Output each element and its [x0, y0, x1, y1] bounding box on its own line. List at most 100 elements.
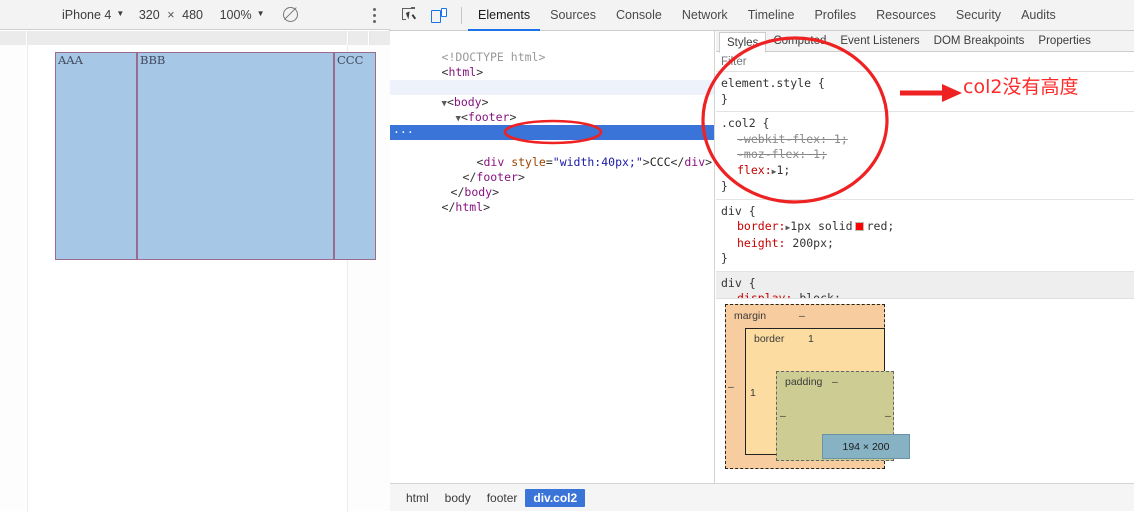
dom-line-footer-open[interactable]: ▼<footer> — [390, 95, 714, 124]
rendered-page-viewport: AAA BBB CCC — [0, 45, 390, 512]
tab-network[interactable]: Network — [672, 0, 738, 31]
padding-label: padding — [785, 376, 823, 388]
device-selector[interactable]: iPhone 4 ▼ — [62, 8, 124, 22]
tab-computed[interactable]: Computed — [766, 31, 833, 51]
brace-close: } — [721, 251, 728, 265]
margin-label: margin — [734, 310, 767, 322]
tab-elements[interactable]: Elements — [468, 0, 540, 31]
column-ccc: CCC — [334, 52, 376, 260]
styles-panel: Styles Computed Event Listeners DOM Brea… — [716, 31, 1134, 483]
dom-line-html-open[interactable]: <html> — [390, 50, 714, 79]
decl-webkit-flex-text: -webkit-flex: 1; — [737, 131, 848, 146]
viewport-ruler — [0, 31, 390, 45]
device-emulation-pane: iPhone 4 ▼ 320 × 480 100% ▼ AAA BBB CCC — [0, 0, 390, 512]
tag-html-close: html — [455, 200, 484, 214]
tab-dom-breakpoints[interactable]: DOM Breakpoints — [927, 31, 1032, 51]
dom-line-html-close[interactable]: </html> — [390, 185, 714, 214]
decl-moz-flex-text: -moz-flex: 1; — [737, 147, 828, 161]
column-aaa: AAA — [55, 52, 137, 260]
tab-audits[interactable]: Audits — [1011, 0, 1066, 31]
box-model-margin[interactable]: margin – – – – border 1 1 1 1 padding – … — [725, 304, 910, 469]
dom-line-footer-close[interactable]: </footer> — [390, 155, 714, 184]
dom-tree-panel[interactable]: <!DOCTYPE html> <html> ▶<head>…</head> ▼… — [390, 31, 715, 483]
dom-line-body-open[interactable]: ▼<body> — [390, 80, 714, 109]
decl-border-value: 1px solid — [790, 219, 853, 233]
device-toolbar: iPhone 4 ▼ 320 × 480 100% ▼ — [0, 0, 390, 30]
selector-element-style: element.style { — [721, 76, 825, 90]
chevron-down-icon: ▼ — [256, 9, 265, 18]
tab-timeline[interactable]: Timeline — [738, 0, 805, 31]
margin-left-value[interactable]: – — [728, 381, 734, 393]
decl-flex[interactable]: flex:▶1; — [721, 163, 1134, 180]
dom-line-div-ccc[interactable]: <div style="width:40px;">CCC</div> — [390, 140, 714, 169]
decl-height-prop: height: — [737, 235, 786, 250]
tab-styles[interactable]: Styles — [719, 31, 767, 53]
styles-tab-bar: Styles Computed Event Listeners DOM Brea… — [716, 31, 1134, 53]
decl-flex-value: 1; — [776, 162, 791, 177]
selector-div-ua: div { — [721, 275, 756, 290]
dimension-separator: × — [167, 7, 175, 22]
dom-line-div-aaa[interactable]: <div style="width:80px;">AAA</div> — [390, 110, 714, 139]
device-toolbar-icon[interactable] — [431, 7, 447, 23]
vertical-dots-icon[interactable] — [373, 8, 376, 23]
page-canvas: AAA BBB CCC — [27, 45, 376, 512]
zoom-level-label: 100% — [219, 7, 252, 22]
viewport-width-input[interactable]: 320 — [138, 8, 160, 22]
selector-col2: .col2 { — [721, 116, 770, 130]
dom-line-head[interactable]: ▶<head>…</head> — [390, 65, 714, 94]
rotate-blocked-icon[interactable] — [282, 7, 298, 22]
brace-close: } — [721, 91, 728, 106]
breadcrumb-item-html[interactable]: html — [398, 489, 437, 507]
padding-right-value[interactable]: – — [885, 410, 891, 422]
decl-border[interactable]: border:▶1px solid red; — [721, 219, 1134, 236]
decl-border-prop: border: — [737, 219, 786, 233]
brace-close: } — [721, 179, 728, 193]
toolbar-divider — [461, 6, 462, 24]
styles-filter-row[interactable] — [716, 52, 1134, 72]
inspect-element-icon[interactable] — [401, 7, 417, 23]
devtools-panel: Elements Sources Console Network Timelin… — [390, 0, 1134, 511]
breadcrumb-item-div-col2[interactable]: div.col2 — [525, 488, 586, 507]
decl-height[interactable]: height: 200px; — [721, 236, 1134, 252]
dom-line-body-close[interactable]: </body> — [390, 170, 714, 199]
box-model-border[interactable]: border 1 1 1 1 padding – – – – 194 × 200 — [745, 328, 910, 461]
search-input[interactable] — [721, 55, 901, 68]
selector-div: div { — [721, 203, 756, 218]
color-swatch-red[interactable] — [854, 222, 864, 231]
viewport-height-input[interactable]: 480 — [182, 8, 204, 22]
tab-event-listeners[interactable]: Event Listeners — [833, 31, 926, 51]
decl-webkit-flex[interactable]: -webkit-flex: 1; — [721, 132, 1134, 148]
box-model-content[interactable]: 194 × 200 — [822, 434, 910, 459]
devtools-toolbar: Elements Sources Console Network Timelin… — [390, 0, 1134, 31]
tab-profiles[interactable]: Profiles — [804, 0, 866, 31]
padding-left-value[interactable]: – — [780, 410, 786, 422]
box-model-padding[interactable]: padding – – – – 194 × 200 — [776, 371, 910, 461]
css-rule-element-style[interactable]: element.style { } — [716, 72, 1134, 112]
tab-security[interactable]: Security — [946, 0, 1011, 31]
padding-top-value[interactable]: – — [832, 376, 838, 388]
decl-moz-flex[interactable]: -moz-flex: 1; — [721, 147, 1134, 163]
tab-sources[interactable]: Sources — [540, 0, 606, 31]
tab-properties[interactable]: Properties — [1031, 31, 1097, 51]
device-name-label: iPhone 4 — [62, 7, 112, 22]
border-top-value[interactable]: 1 — [808, 333, 814, 345]
dom-line-doctype[interactable]: <!DOCTYPE html> — [390, 35, 714, 64]
tab-resources[interactable]: Resources — [866, 0, 946, 31]
viewport-size-controls[interactable]: 320 × 480 — [138, 8, 203, 22]
margin-top-value[interactable]: – — [799, 310, 805, 322]
decl-height-value: 200px; — [792, 235, 834, 250]
dom-line-div-col2-selected[interactable]: ··· <div class="col2">BBB</div> == $0 — [390, 125, 714, 154]
box-model-area: margin – – – – border 1 1 1 1 padding – … — [716, 298, 1134, 483]
footer-element: AAA BBB CCC — [55, 52, 376, 260]
tab-console[interactable]: Console — [606, 0, 672, 31]
zoom-selector[interactable]: 100% ▼ — [220, 8, 265, 22]
border-left-value[interactable]: 1 — [750, 387, 756, 399]
chevron-down-icon: ▼ — [116, 9, 125, 18]
css-rule-col2[interactable]: .col2 { -webkit-flex: 1; -moz-flex: 1; f… — [716, 112, 1134, 200]
breadcrumb: html body footer div.col2 — [390, 483, 1134, 511]
devtools-tab-bar: Elements Sources Console Network Timelin… — [468, 0, 1066, 31]
breadcrumb-item-body[interactable]: body — [437, 489, 479, 507]
css-rule-div-author[interactable]: div { border:▶1px solid red; height: 200p… — [716, 200, 1134, 272]
breadcrumb-item-footer[interactable]: footer — [479, 489, 526, 507]
column-bbb-col2: BBB — [137, 52, 334, 260]
